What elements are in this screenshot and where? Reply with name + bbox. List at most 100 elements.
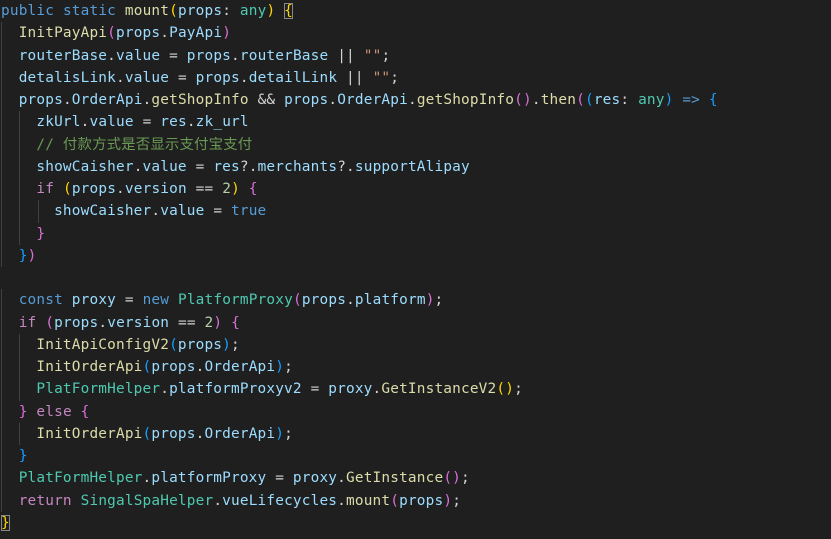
indent-guide bbox=[1, 378, 2, 401]
code-line[interactable]: showCaisher.value = res?.merchants?.supp… bbox=[0, 155, 831, 178]
code-token: . bbox=[116, 69, 125, 86]
code-token: detalisLink bbox=[18, 69, 116, 86]
code-token: ( bbox=[576, 92, 585, 108]
code-token: . bbox=[337, 492, 347, 509]
code-token: InitOrderApi bbox=[36, 359, 143, 375]
code-line[interactable]: zkUrl.value = res.zk_url bbox=[0, 111, 831, 134]
code-token: routerBase bbox=[18, 47, 108, 64]
code-lines: public static mount(props: any) { InitPa… bbox=[0, 0, 831, 534]
indent-guide bbox=[19, 378, 21, 401]
code-token: } bbox=[1, 514, 10, 531]
code-line[interactable]: return SingalSpaHelper.vueLifecycles.mou… bbox=[0, 489, 831, 512]
code-token: getShopInfo bbox=[151, 92, 249, 108]
code-line[interactable]: InitPayApi(props.PayApi) bbox=[0, 22, 831, 45]
indent-guide bbox=[1, 22, 2, 45]
code-line[interactable]: if (props.version == 2) { bbox=[0, 178, 831, 201]
code-token: && bbox=[248, 92, 285, 108]
code-token: platformProxy bbox=[151, 470, 267, 487]
code-line[interactable]: public static mount(props: any) { bbox=[0, 0, 831, 22]
indent-guide bbox=[19, 422, 21, 445]
code-line[interactable]: const proxy = new PlatformProxy(props.pl… bbox=[0, 289, 831, 312]
code-token: OrderApi bbox=[71, 92, 143, 108]
indent-guide bbox=[19, 178, 21, 201]
code-line[interactable]: } bbox=[0, 512, 831, 534]
indent-guide bbox=[1, 222, 2, 245]
code-token: routerBase bbox=[239, 47, 329, 64]
code-line[interactable]: detalisLink.value = props.detailLink || … bbox=[0, 66, 831, 89]
code-editor[interactable]: public static mount(props: any) { InitPa… bbox=[0, 0, 831, 539]
code-token: = bbox=[204, 203, 232, 220]
code-token: ( bbox=[514, 92, 523, 108]
indent-guide bbox=[1, 133, 2, 156]
code-token: platformProxyv2 bbox=[169, 381, 302, 398]
code-token: ( bbox=[45, 314, 55, 331]
code-token: ) bbox=[213, 314, 223, 331]
code-line[interactable]: }) bbox=[0, 244, 831, 267]
code-token: => bbox=[682, 92, 701, 108]
code-token: version bbox=[124, 181, 187, 197]
code-token: version bbox=[107, 314, 170, 331]
code-line[interactable] bbox=[0, 267, 831, 289]
indent-guide bbox=[1, 89, 2, 112]
code-line[interactable]: InitOrderApi(props.OrderApi); bbox=[0, 356, 831, 379]
code-token: = bbox=[116, 292, 143, 309]
code-token: ) bbox=[275, 425, 285, 442]
indent-guide bbox=[1, 356, 2, 379]
code-token: PayApi bbox=[169, 25, 223, 42]
code-token: . bbox=[346, 292, 355, 309]
code-token: props bbox=[284, 92, 329, 108]
code-line[interactable]: PlatFormHelper.platformProxyv2 = proxy.G… bbox=[0, 378, 831, 401]
code-token: ( bbox=[443, 470, 453, 487]
code-token: PlatFormHelper bbox=[18, 470, 143, 487]
code-token: { bbox=[708, 92, 718, 108]
code-token: else bbox=[36, 403, 72, 420]
code-line[interactable]: // 付款方式是否显示支付宝支付 bbox=[0, 133, 831, 156]
code-token: static bbox=[62, 3, 117, 19]
code-line[interactable]: InitApiConfigV2(props); bbox=[0, 333, 831, 356]
code-token: ; bbox=[381, 47, 391, 64]
code-token: ; bbox=[231, 336, 240, 353]
code-token: OrderApi bbox=[204, 425, 276, 442]
code-line[interactable]: routerBase.value = props.routerBase || "… bbox=[0, 44, 831, 67]
code-line[interactable]: props.OrderApi.getShopInfo && props.Orde… bbox=[0, 89, 831, 112]
code-token: = bbox=[266, 470, 293, 487]
code-line[interactable]: } bbox=[0, 222, 831, 245]
code-token: ) bbox=[275, 359, 285, 375]
code-token: ( bbox=[584, 92, 594, 108]
indent-guide bbox=[1, 400, 2, 423]
code-line[interactable]: showCaisher.value = true bbox=[0, 200, 831, 223]
code-token: value bbox=[160, 203, 205, 220]
code-token: } bbox=[36, 225, 46, 242]
code-line[interactable]: PlatFormHelper.platformProxy = proxy.Get… bbox=[0, 467, 831, 490]
code-token: OrderApi bbox=[204, 359, 276, 375]
code-line[interactable]: } else { bbox=[0, 400, 831, 423]
code-token: props bbox=[177, 3, 223, 19]
code-token: ( bbox=[496, 381, 506, 398]
code-line[interactable]: if (props.version == 2) { bbox=[0, 311, 831, 334]
code-token: value bbox=[89, 114, 134, 131]
code-line[interactable]: } bbox=[0, 445, 831, 468]
code-token: proxy bbox=[328, 381, 373, 398]
code-line[interactable]: InitOrderApi(props.OrderApi); bbox=[0, 422, 831, 445]
code-token: = bbox=[160, 47, 187, 64]
code-token: then bbox=[540, 92, 577, 108]
code-token: merchants bbox=[257, 158, 338, 175]
editor-bottom-edge bbox=[0, 533, 831, 539]
code-token: ; bbox=[514, 381, 523, 398]
code-token: showCaisher bbox=[36, 158, 134, 175]
code-token: new bbox=[142, 292, 170, 309]
code-token: props bbox=[116, 25, 161, 42]
code-token: PlatformProxy bbox=[177, 292, 293, 309]
code-token: platform bbox=[354, 292, 426, 309]
code-token: ( bbox=[62, 181, 72, 197]
